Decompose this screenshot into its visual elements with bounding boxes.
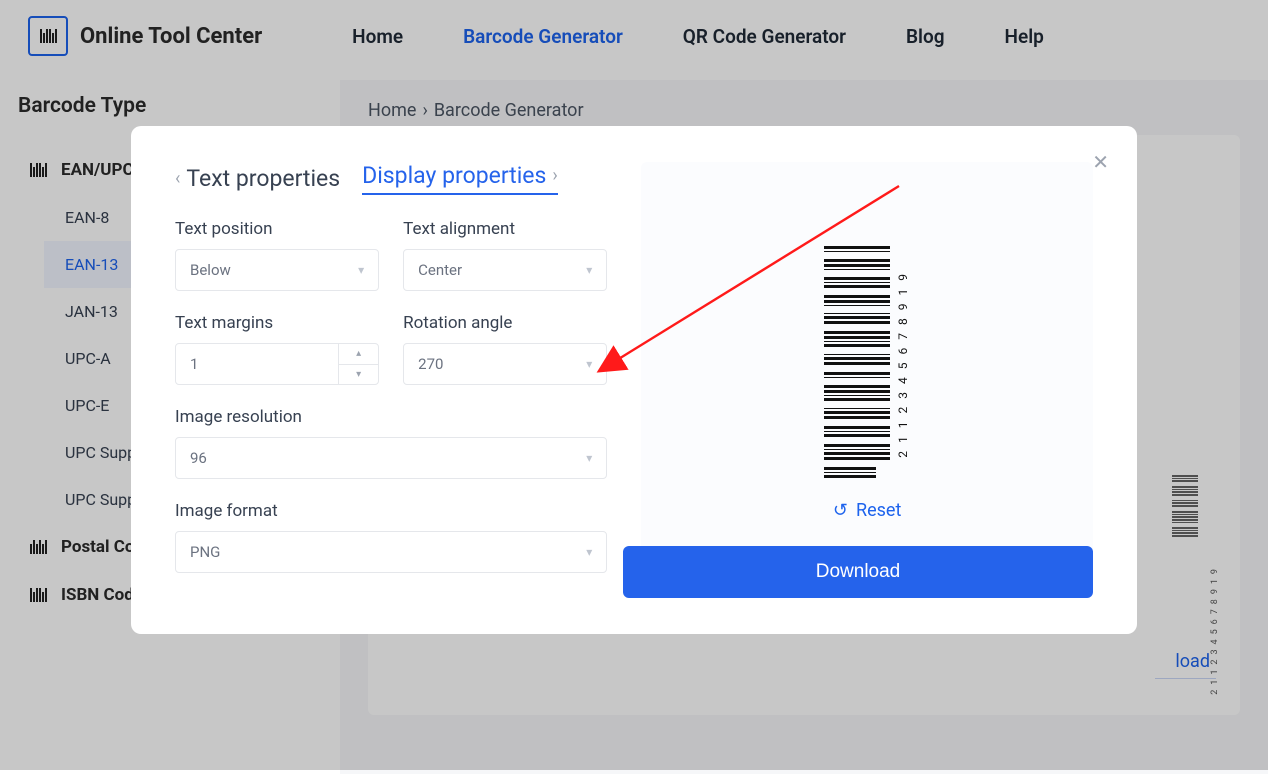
select-image-resolution[interactable]: 96 ▾ — [175, 437, 607, 479]
field-label: Image format — [175, 501, 607, 521]
select-value: 270 — [418, 355, 443, 373]
tab-text-properties[interactable]: ‹ Text properties — [175, 165, 340, 192]
field-image-format: Image format PNG ▾ — [175, 501, 607, 573]
chevron-down-icon: ▾ — [586, 263, 592, 277]
field-text-alignment: Text alignment Center ▾ — [403, 219, 607, 291]
chevron-left-icon: ‹ — [175, 168, 180, 189]
download-button[interactable]: Download — [623, 546, 1093, 598]
select-text-position[interactable]: Below ▾ — [175, 249, 379, 291]
number-stepper[interactable]: ▴ ▾ — [338, 344, 378, 384]
field-label: Rotation angle — [403, 313, 607, 333]
select-text-alignment[interactable]: Center ▾ — [403, 249, 607, 291]
tab-label: Text properties — [186, 165, 340, 192]
field-label: Text margins — [175, 313, 379, 333]
select-value: Below — [190, 261, 231, 279]
chevron-down-icon: ▾ — [586, 357, 592, 371]
close-icon[interactable]: ✕ — [1092, 150, 1109, 174]
properties-modal: ✕ ‹ Text properties Display properties ›… — [131, 126, 1137, 634]
input-value: 1 — [190, 355, 198, 373]
field-label: Text alignment — [403, 219, 607, 239]
reset-button[interactable]: ↺ Reset — [833, 500, 901, 521]
tab-label: Display properties — [362, 162, 546, 189]
select-value: 96 — [190, 449, 207, 467]
barcode-preview: 2112345678919 — [824, 246, 910, 478]
field-text-position: Text position Below ▾ — [175, 219, 379, 291]
chevron-right-icon: › — [552, 165, 557, 186]
barcode-digits: 2112345678919 — [896, 266, 910, 458]
field-label: Text position — [175, 219, 379, 239]
reset-label: Reset — [856, 500, 901, 521]
step-up-icon[interactable]: ▴ — [339, 344, 378, 365]
field-label: Image resolution — [175, 407, 607, 427]
reset-icon: ↺ — [833, 500, 848, 521]
select-value: Center — [418, 261, 462, 279]
input-text-margins[interactable]: 1 ▴ ▾ — [175, 343, 379, 385]
chevron-down-icon: ▾ — [586, 545, 592, 559]
select-rotation-angle[interactable]: 270 ▾ — [403, 343, 607, 385]
chevron-down-icon: ▾ — [586, 451, 592, 465]
select-image-format[interactable]: PNG ▾ — [175, 531, 607, 573]
field-image-resolution: Image resolution 96 ▾ — [175, 407, 607, 479]
modal-form-panel: ‹ Text properties Display properties › T… — [175, 162, 607, 594]
chevron-down-icon: ▾ — [358, 263, 364, 277]
select-value: PNG — [190, 543, 220, 561]
step-down-icon[interactable]: ▾ — [339, 365, 378, 385]
field-rotation-angle: Rotation angle 270 ▾ — [403, 313, 607, 385]
tab-display-properties[interactable]: Display properties › — [362, 162, 558, 195]
barcode-preview-panel: 2112345678919 ↺ Reset — [641, 162, 1093, 594]
barcode-bars — [824, 246, 890, 478]
modal-overlay: ✕ ‹ Text properties Display properties ›… — [0, 0, 1268, 770]
field-text-margins: Text margins 1 ▴ ▾ — [175, 313, 379, 385]
